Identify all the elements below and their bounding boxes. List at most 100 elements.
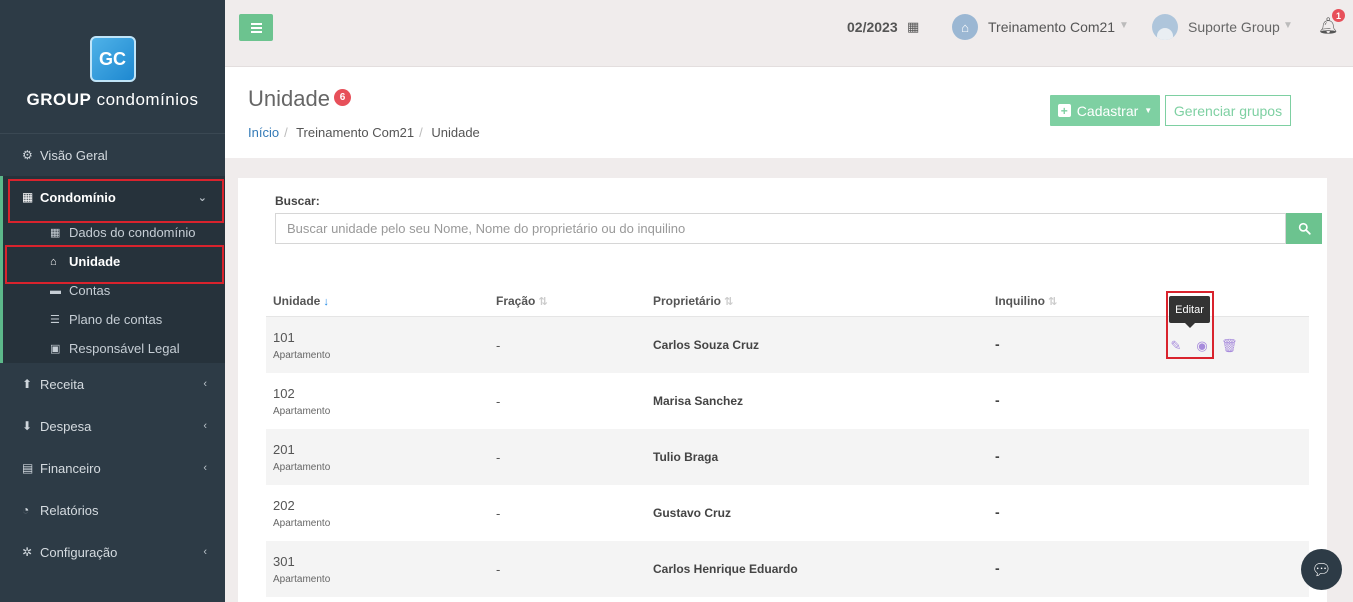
unit-number: 201 bbox=[273, 442, 295, 457]
unit-fraction: - bbox=[496, 450, 501, 465]
search-input[interactable]: Buscar unidade pelo seu Nome, Nome do pr… bbox=[275, 213, 1286, 244]
cadastrar-label: Cadastrar bbox=[1076, 102, 1139, 119]
calculator-icon: ▤ bbox=[22, 461, 34, 475]
logo-icon: GC bbox=[89, 36, 136, 82]
menu-toggle-button[interactable] bbox=[239, 14, 273, 41]
unit-tenant: - bbox=[995, 392, 1000, 408]
unit-owner: Carlos Souza Cruz bbox=[653, 338, 760, 352]
chevron-down-icon: ⌄ bbox=[197, 191, 207, 204]
sort-icon: ⇅ bbox=[1048, 296, 1058, 308]
trash-icon[interactable]: 🗑︎ bbox=[1221, 338, 1238, 354]
unit-number: 101 bbox=[273, 330, 295, 345]
chevron-down-icon[interactable]: ▼ bbox=[1283, 20, 1293, 31]
sidebar-item-unidade[interactable]: ⌂ Unidade bbox=[3, 247, 225, 276]
sidebar-item-label: Despesa bbox=[40, 418, 92, 434]
period-selector[interactable]: 02/2023 bbox=[847, 19, 898, 35]
unit-owner: Tulio Braga bbox=[653, 450, 719, 464]
user-name[interactable]: Suporte Group bbox=[1188, 19, 1280, 35]
table-row[interactable]: 202 Apartamento - Gustavo Cruz - bbox=[266, 485, 1309, 541]
sidebar-item-contas[interactable]: ▬ Contas bbox=[3, 276, 225, 305]
content-card: Buscar: Buscar unidade pelo seu Nome, No… bbox=[238, 178, 1327, 602]
gear-icon: ✲ bbox=[22, 545, 33, 559]
sidebar-nav: ⚙ Visão Geral ▦ Condomínio ⌄ ▦ Dados do … bbox=[0, 134, 225, 573]
sidebar-item-label: Unidade bbox=[69, 254, 121, 269]
eye-icon[interactable]: ◉ bbox=[1195, 338, 1209, 354]
row-actions: ✎ ◉ 🗑︎ bbox=[1169, 338, 1238, 354]
caret-down-icon: ▼ bbox=[1144, 106, 1153, 115]
building-icon: ▦ bbox=[22, 190, 34, 204]
unit-tenant: - bbox=[995, 560, 1000, 576]
column-inquilino[interactable]: Inquilino ⇅ bbox=[995, 294, 1057, 308]
unit-type: Apartamento bbox=[273, 518, 331, 529]
sidebar-item-financeiro[interactable]: ▤ Financeiro ‹ bbox=[0, 447, 225, 489]
topbar: 02/2023 ▦ ⌂ Treinamento Com21 ▼ Suporte … bbox=[225, 0, 1353, 67]
sidebar-item-plano-contas[interactable]: ☰ Plano de contas bbox=[3, 305, 225, 334]
chevron-left-icon: ‹ bbox=[203, 378, 207, 390]
sidebar-item-label: Configuração bbox=[40, 544, 118, 560]
arrow-circle-down-icon: ⬇ bbox=[22, 419, 33, 433]
breadcrumb-inicio[interactable]: Início bbox=[248, 125, 279, 140]
column-proprietario[interactable]: Proprietário ⇅ bbox=[653, 294, 733, 308]
list-icon: ☰ bbox=[50, 314, 60, 326]
pencil-icon[interactable]: ✎ bbox=[1169, 338, 1183, 354]
table-row[interactable]: 102 Apartamento - Marisa Sanchez - bbox=[266, 373, 1309, 429]
pie-chart-icon: ◔ bbox=[22, 503, 30, 517]
unit-number: 102 bbox=[273, 386, 295, 401]
count-badge: 6 bbox=[334, 89, 351, 106]
unit-owner: Gustavo Cruz bbox=[653, 506, 732, 520]
sidebar-item-visao-geral[interactable]: ⚙ Visão Geral bbox=[0, 134, 225, 176]
unit-owner: Carlos Henrique Eduardo bbox=[653, 562, 798, 576]
unit-owner: Marisa Sanchez bbox=[653, 394, 744, 408]
sidebar-item-dados-condominio[interactable]: ▦ Dados do condomínio bbox=[3, 218, 225, 247]
unit-tenant: - bbox=[995, 336, 1000, 352]
column-unidade[interactable]: Unidade ↓ bbox=[273, 294, 329, 308]
unit-tenant: - bbox=[995, 504, 1000, 520]
building-icon: ▦ bbox=[50, 227, 61, 239]
sidebar-item-configuracao[interactable]: ✲ Configuração ‹ bbox=[0, 531, 225, 573]
sidebar-item-label: Contas bbox=[69, 283, 111, 298]
edit-tooltip: Editar bbox=[1169, 296, 1210, 328]
id-card-icon: ▣ bbox=[50, 343, 61, 355]
sidebar-item-label: Dados do condomínio bbox=[69, 225, 196, 240]
search-button[interactable] bbox=[1286, 213, 1322, 244]
gauge-icon: ⚙ bbox=[22, 148, 33, 162]
home-icon: ⌂ bbox=[50, 255, 57, 268]
table-row[interactable]: 101 Apartamento - Carlos Souza Cruz - ✎ … bbox=[266, 317, 1309, 373]
search-label: Buscar: bbox=[275, 194, 320, 208]
sidebar-item-responsavel-legal[interactable]: ▣ Responsável Legal bbox=[3, 334, 225, 363]
table-row[interactable]: 301 Apartamento - Carlos Henrique Eduard… bbox=[266, 541, 1309, 597]
sidebar-item-condominio[interactable]: ▦ Condomínio ⌄ bbox=[0, 176, 225, 218]
table-header: Unidade ↓ Fração ⇅ Proprietário ⇅ Inquilino… bbox=[266, 286, 1309, 317]
breadcrumb-organization: Treinamento Com21 bbox=[296, 125, 415, 140]
units-table: Unidade ↓ Fração ⇅ Proprietário ⇅ Inquilino… bbox=[266, 286, 1309, 597]
sidebar-item-label: Condomínio bbox=[40, 189, 116, 205]
organization-avatar[interactable]: ⌂ bbox=[952, 14, 978, 40]
column-fracao[interactable]: Fração ⇅ bbox=[496, 294, 548, 308]
sidebar-item-relatorios[interactable]: ◔ Relatórios bbox=[0, 489, 225, 531]
unit-tenant: - bbox=[995, 448, 1000, 464]
chat-button[interactable]: 💬︎ bbox=[1301, 549, 1342, 590]
table-row[interactable]: 201 Apartamento - Tulio Braga - bbox=[266, 429, 1309, 485]
sidebar-item-label: Financeiro bbox=[40, 460, 101, 476]
unit-fraction: - bbox=[496, 506, 501, 521]
chevron-left-icon: ‹ bbox=[203, 420, 207, 432]
sidebar-item-despesa[interactable]: ⬇ Despesa ‹ bbox=[0, 405, 225, 447]
sidebar: GC GROUP condomínios ⚙ Visão Geral ▦ Con… bbox=[0, 0, 225, 602]
page-title: Unidade bbox=[248, 86, 330, 111]
unit-type: Apartamento bbox=[273, 574, 331, 585]
brand-name: GROUP condomínios bbox=[26, 90, 199, 109]
sidebar-item-receita[interactable]: ⬆ Receita ‹ bbox=[0, 363, 225, 405]
page-header: Unidade 6 Início / Treinamento Com21/ Uni… bbox=[225, 67, 1353, 158]
logo[interactable]: GC GROUP condomínios bbox=[0, 0, 225, 134]
cadastrar-button[interactable]: + Cadastrar ▼ bbox=[1050, 95, 1160, 126]
credit-card-icon: ▬ bbox=[50, 284, 61, 297]
unit-type: Apartamento bbox=[273, 462, 331, 473]
avatar[interactable] bbox=[1152, 14, 1178, 40]
chevron-down-icon[interactable]: ▼ bbox=[1119, 20, 1129, 31]
organization-name[interactable]: Treinamento Com21 bbox=[988, 19, 1115, 35]
sidebar-item-label: Relatórios bbox=[40, 502, 99, 518]
unit-number: 301 bbox=[273, 554, 295, 569]
gerenciar-grupos-button[interactable]: Gerenciar grupos bbox=[1165, 95, 1291, 126]
search-icon bbox=[1298, 222, 1311, 235]
calendar-icon[interactable]: ▦ bbox=[907, 19, 919, 35]
